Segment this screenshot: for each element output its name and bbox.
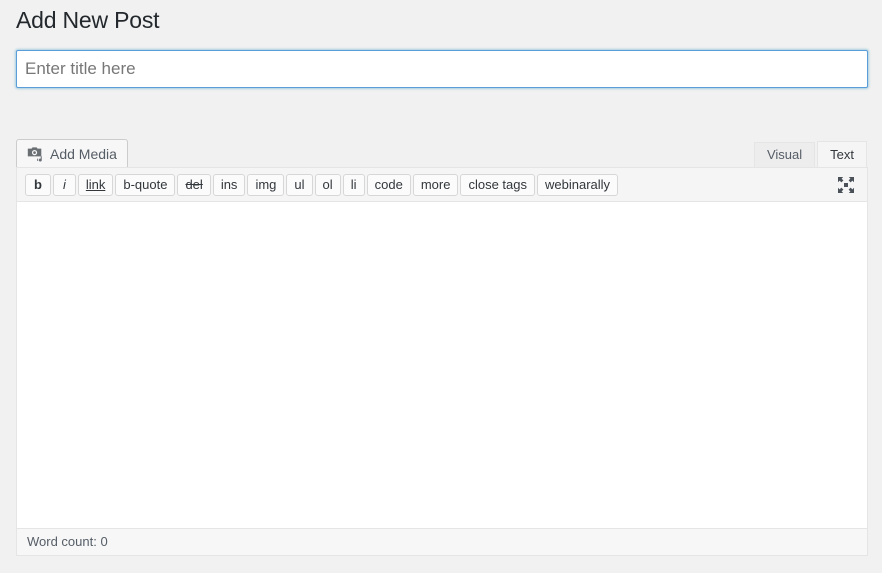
word-count: Word count: 0 bbox=[27, 529, 108, 555]
quicktag-li[interactable]: li bbox=[343, 174, 365, 196]
add-new-post-screen: Add New Post Add Media Visual Text b i l… bbox=[0, 0, 882, 573]
quicktag-ol[interactable]: ol bbox=[315, 174, 341, 196]
post-editor-container: b i link b-quote del ins img ul ol li co… bbox=[16, 167, 868, 556]
editor-footer: Word count: 0 bbox=[17, 528, 867, 555]
add-media-icon bbox=[26, 145, 44, 163]
post-content-textarea[interactable] bbox=[17, 202, 867, 528]
quicktag-b-quote[interactable]: b-quote bbox=[115, 174, 175, 196]
page-title: Add New Post bbox=[16, 6, 159, 35]
quicktag-del[interactable]: del bbox=[177, 174, 210, 196]
fullscreen-icon-button[interactable] bbox=[835, 174, 857, 196]
fullscreen-icon bbox=[835, 174, 857, 196]
add-media-label: Add Media bbox=[50, 140, 117, 168]
tab-text[interactable]: Text bbox=[817, 141, 867, 167]
quicktag-close-tags[interactable]: close tags bbox=[460, 174, 535, 196]
quicktag-more[interactable]: more bbox=[413, 174, 459, 196]
quicktags-toolbar: b i link b-quote del ins img ul ol li co… bbox=[17, 168, 867, 202]
quicktag-link[interactable]: link bbox=[78, 174, 114, 196]
post-title-field-wrapper bbox=[16, 50, 868, 88]
quicktag-b[interactable]: b bbox=[25, 174, 51, 196]
add-media-button[interactable]: Add Media bbox=[16, 139, 128, 169]
tab-visual[interactable]: Visual bbox=[754, 142, 815, 167]
quicktag-ul[interactable]: ul bbox=[286, 174, 312, 196]
quicktag-img[interactable]: img bbox=[247, 174, 284, 196]
editor-mode-tabs: Visual Text bbox=[754, 142, 867, 167]
quicktag-i[interactable]: i bbox=[53, 174, 76, 196]
quicktag-ins[interactable]: ins bbox=[213, 174, 246, 196]
quicktag-webinarally[interactable]: webinarally bbox=[537, 174, 618, 196]
quicktag-code[interactable]: code bbox=[367, 174, 411, 196]
post-title-input[interactable] bbox=[16, 50, 868, 88]
